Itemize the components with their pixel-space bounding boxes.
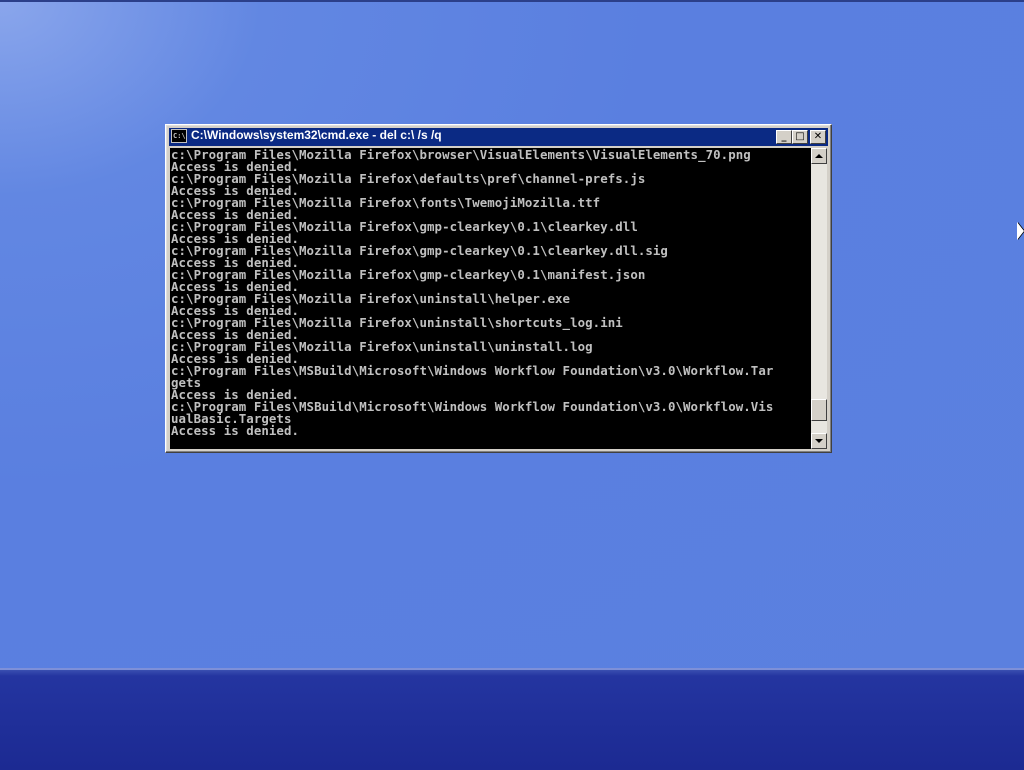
mouse-pointer-icon <box>1017 222 1024 240</box>
console-output[interactable]: c:\Program Files\Mozilla Firefox\browser… <box>170 148 811 449</box>
screen-top-edge <box>0 0 1024 2</box>
close-icon: ✕ <box>813 131 823 142</box>
scroll-down-button[interactable] <box>811 433 827 449</box>
cmd-icon[interactable]: C:\ <box>171 129 187 143</box>
desktop[interactable]: C:\ C:\Windows\system32\cmd.exe - del c:… <box>0 0 1024 770</box>
arrow-down-icon <box>815 439 823 443</box>
minimize-icon: _ <box>781 131 787 142</box>
cmd-window[interactable]: C:\ C:\Windows\system32\cmd.exe - del c:… <box>165 124 832 453</box>
console-line: Access is denied. <box>171 423 300 438</box>
maximize-icon: □ <box>795 131 805 142</box>
vertical-scrollbar[interactable] <box>811 148 827 449</box>
minimize-button[interactable]: _ <box>776 130 792 144</box>
close-button[interactable]: ✕ <box>810 130 826 144</box>
arrow-up-icon <box>815 154 823 158</box>
taskbar-area <box>0 668 1024 770</box>
title-bar[interactable]: C:\ C:\Windows\system32\cmd.exe - del c:… <box>169 128 828 146</box>
scroll-up-button[interactable] <box>811 148 827 164</box>
window-title: C:\Windows\system32\cmd.exe - del c:\ /s… <box>191 128 442 142</box>
scroll-thumb[interactable] <box>811 399 827 421</box>
console-line: c:\Program Files\MSBuild\Microsoft\Windo… <box>171 363 774 378</box>
console-lines: c:\Program Files\Mozilla Firefox\browser… <box>170 148 811 437</box>
maximize-button[interactable]: □ <box>792 130 808 144</box>
